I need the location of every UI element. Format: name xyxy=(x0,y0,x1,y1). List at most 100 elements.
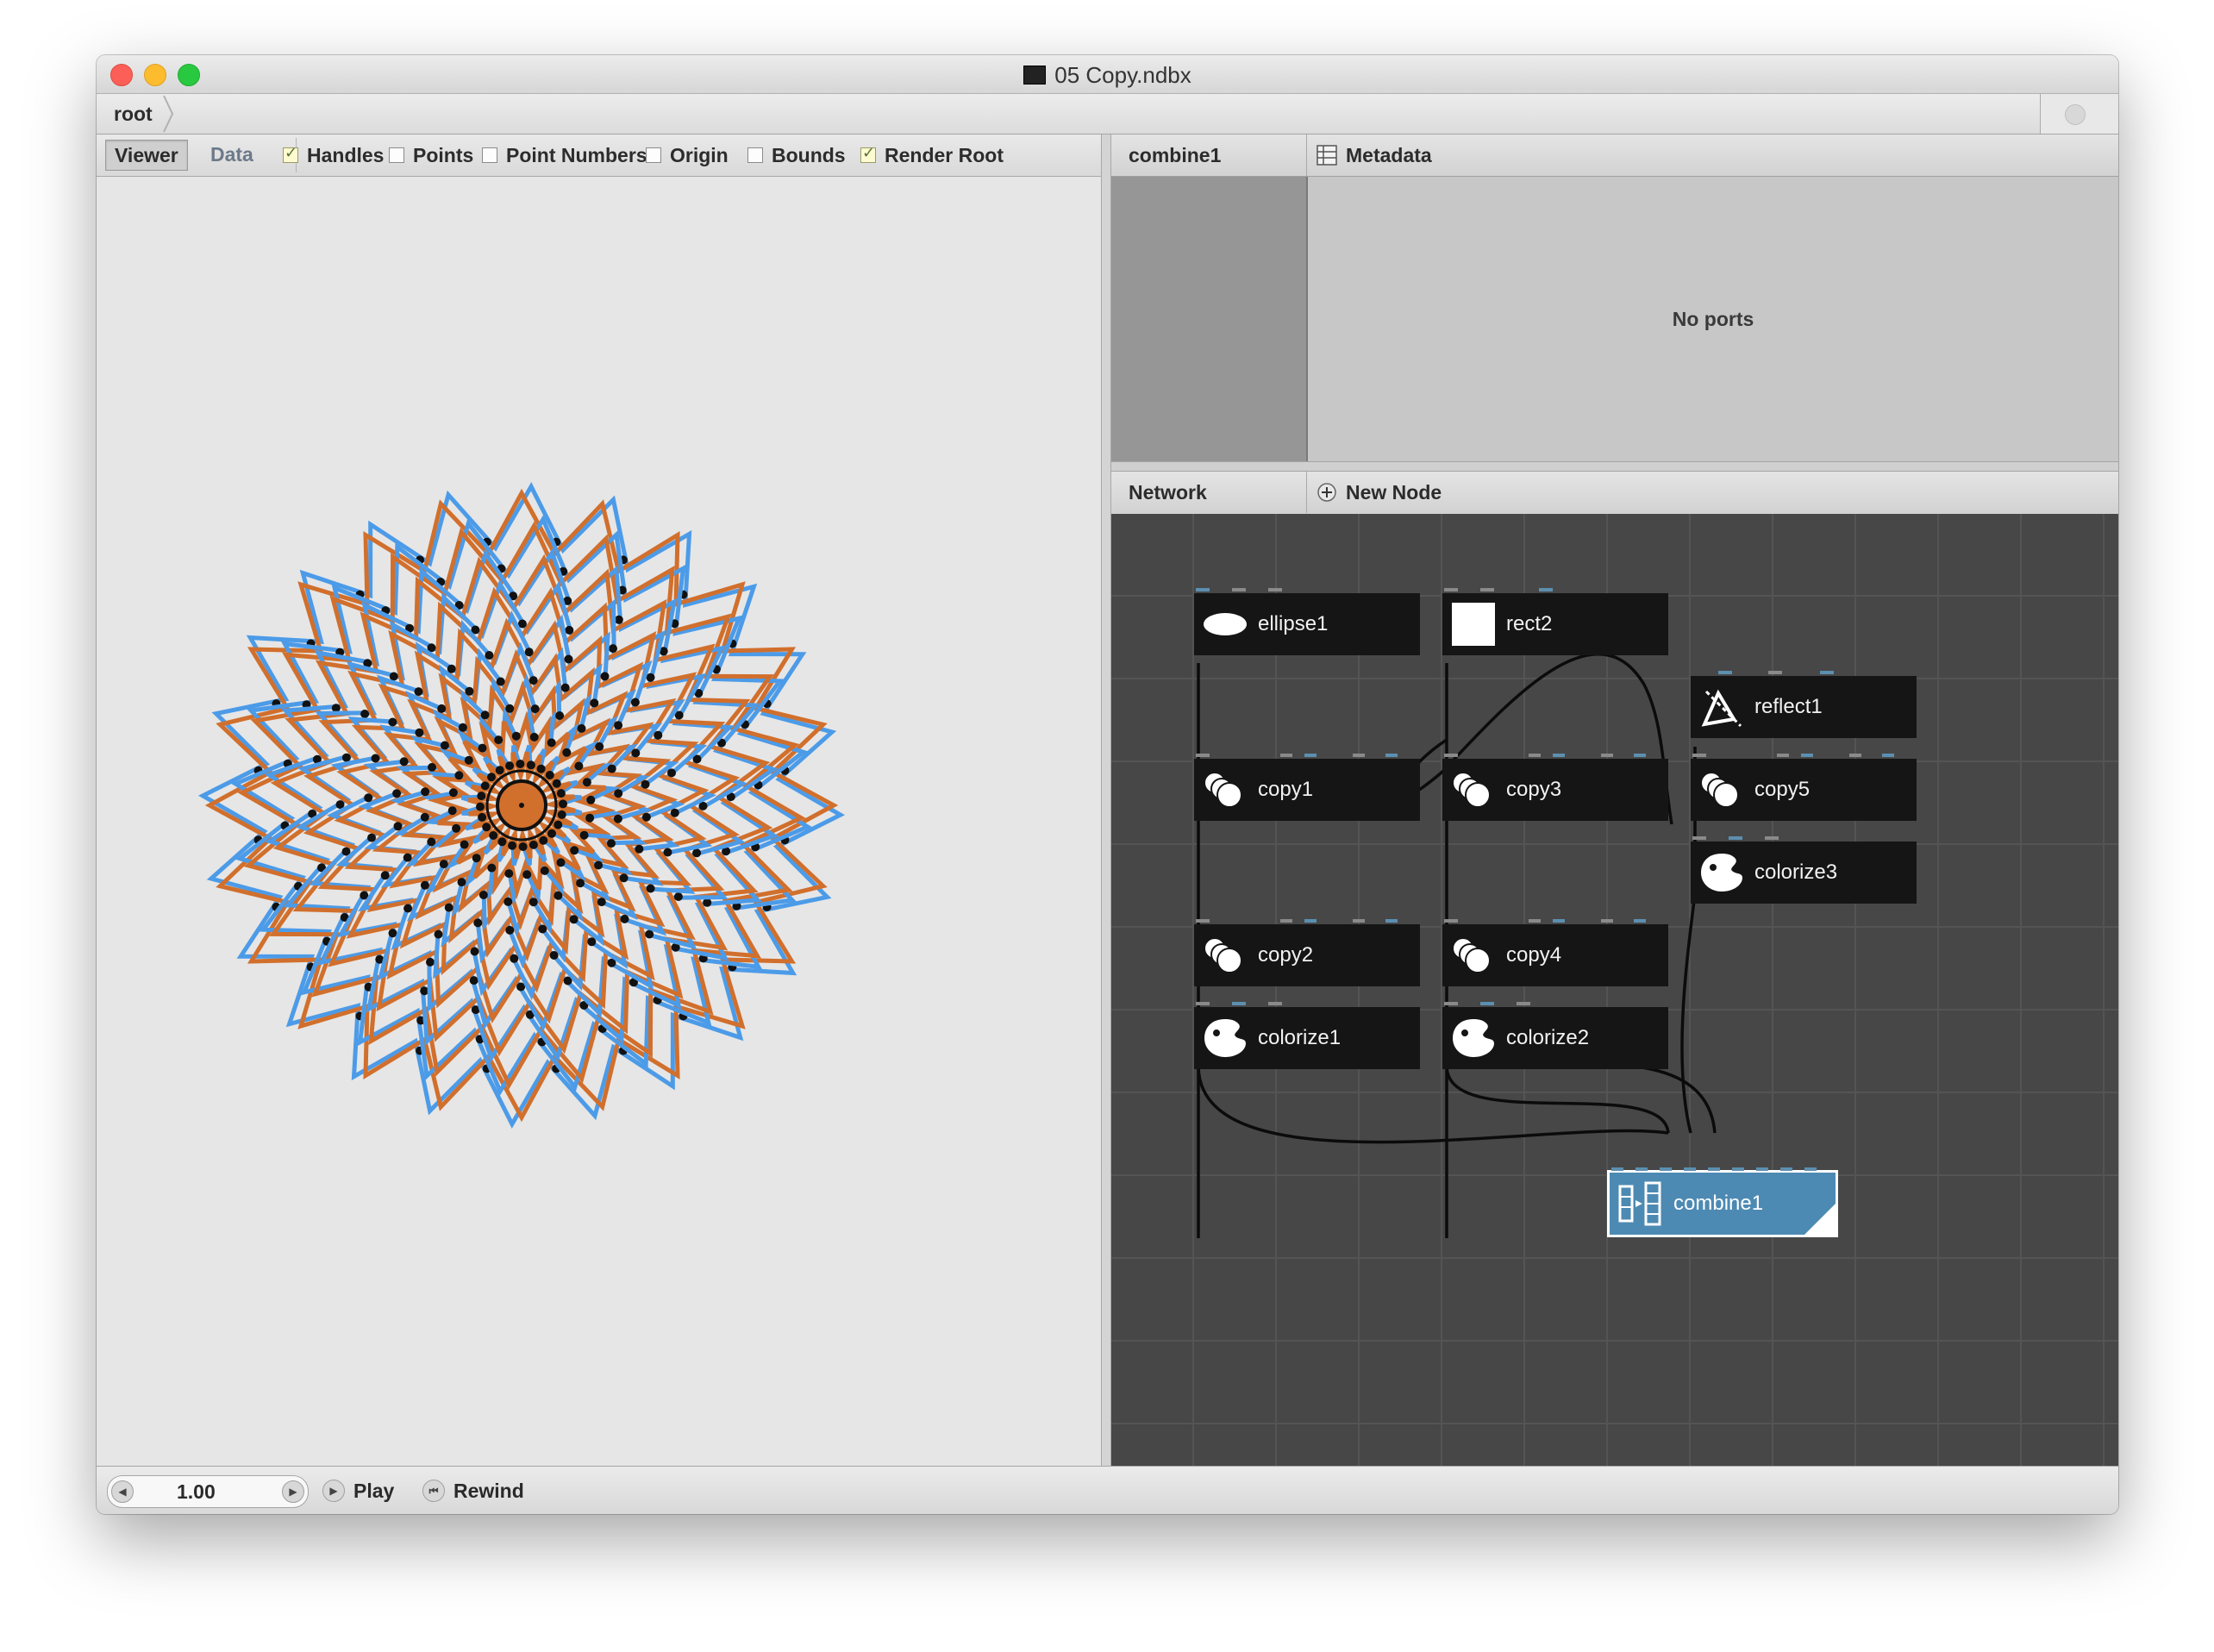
port[interactable] xyxy=(1765,836,1779,840)
handle-point xyxy=(494,735,503,745)
port[interactable] xyxy=(1444,919,1458,923)
port[interactable] xyxy=(1353,919,1365,923)
option-point-numbers[interactable]: Point Numbers xyxy=(482,135,647,176)
frame-value[interactable]: 1.00 xyxy=(177,1476,216,1507)
handle-point xyxy=(607,764,616,773)
port[interactable] xyxy=(1553,754,1565,757)
frame-field[interactable]: ◀ 1.00 ▶ xyxy=(107,1475,309,1508)
port[interactable] xyxy=(1196,588,1210,591)
handles-checkbox[interactable] xyxy=(283,144,298,163)
port[interactable] xyxy=(1756,1167,1768,1171)
port[interactable] xyxy=(1517,1002,1530,1005)
port[interactable] xyxy=(1280,754,1292,757)
bounds-checkbox[interactable] xyxy=(747,147,763,163)
port[interactable] xyxy=(1385,919,1398,923)
port[interactable] xyxy=(1708,1167,1720,1171)
horizontal-splitter[interactable] xyxy=(1111,461,2118,472)
option-points[interactable]: Points xyxy=(389,135,473,176)
port[interactable] xyxy=(1268,1002,1282,1005)
origin-checkbox[interactable] xyxy=(646,147,661,163)
node-rect2[interactable]: rect2 xyxy=(1442,588,1668,655)
port[interactable] xyxy=(1601,754,1613,757)
port[interactable] xyxy=(1304,919,1317,923)
network-canvas[interactable]: ellipse1 rect2 reflect1 copy1 copy3 copy… xyxy=(1111,514,2118,1466)
port[interactable] xyxy=(1529,919,1541,923)
port[interactable] xyxy=(1660,1167,1672,1171)
port[interactable] xyxy=(1718,671,1732,674)
port[interactable] xyxy=(1601,919,1613,923)
port[interactable] xyxy=(1529,754,1541,757)
node-copy5[interactable]: copy5 xyxy=(1691,754,1917,821)
port[interactable] xyxy=(1635,1167,1648,1171)
rewind-button[interactable]: ⏮ Rewind xyxy=(422,1475,524,1506)
port[interactable] xyxy=(1849,754,1861,757)
node-reflect1[interactable]: reflect1 xyxy=(1691,671,1917,738)
port[interactable] xyxy=(1553,919,1565,923)
handle-point xyxy=(526,760,535,770)
play-button[interactable]: ▶ Play xyxy=(322,1475,394,1506)
node-colorize3[interactable]: colorize3 xyxy=(1691,836,1917,904)
port[interactable] xyxy=(1611,1167,1623,1171)
node-combine1[interactable]: combine1 xyxy=(1607,1167,1838,1237)
port[interactable] xyxy=(1480,1002,1494,1005)
port[interactable] xyxy=(1820,671,1834,674)
port[interactable] xyxy=(1692,836,1706,840)
port[interactable] xyxy=(1280,919,1292,923)
tab-data[interactable]: Data xyxy=(202,140,262,169)
port[interactable] xyxy=(1801,754,1813,757)
port[interactable] xyxy=(1196,754,1210,757)
port[interactable] xyxy=(1539,588,1553,591)
port[interactable] xyxy=(1634,754,1646,757)
port[interactable] xyxy=(1232,588,1246,591)
port[interactable] xyxy=(1444,1002,1458,1005)
option-origin[interactable]: Origin xyxy=(646,135,729,176)
frame-increment-button[interactable]: ▶ xyxy=(282,1480,304,1503)
port[interactable] xyxy=(1882,754,1894,757)
port[interactable] xyxy=(1768,671,1782,674)
port[interactable] xyxy=(1780,1167,1792,1171)
handle-point xyxy=(564,654,573,664)
handle-point xyxy=(562,748,572,757)
point-numbers-checkbox[interactable] xyxy=(482,147,497,163)
node-copy3[interactable]: copy3 xyxy=(1442,754,1668,821)
port[interactable] xyxy=(1684,1167,1696,1171)
port[interactable] xyxy=(1232,1002,1246,1005)
ports-content: No ports xyxy=(1308,177,2118,461)
port[interactable] xyxy=(1729,836,1742,840)
port[interactable] xyxy=(1692,754,1706,757)
node-copy1[interactable]: copy1 xyxy=(1194,754,1420,821)
port[interactable] xyxy=(1480,588,1494,591)
port[interactable] xyxy=(1444,754,1458,757)
option-handles[interactable]: Handles xyxy=(283,135,384,176)
port[interactable] xyxy=(1304,754,1317,757)
new-node-button[interactable]: New Node xyxy=(1317,472,1442,513)
option-render-root[interactable]: Render Root xyxy=(860,135,1004,176)
port[interactable] xyxy=(1444,588,1458,591)
pane-splitter[interactable] xyxy=(1101,135,1111,1466)
render-root-checkbox[interactable] xyxy=(860,144,876,163)
origin-label: Origin xyxy=(670,143,729,166)
port[interactable] xyxy=(1804,1167,1817,1171)
node-copy2[interactable]: copy2 xyxy=(1194,919,1420,986)
points-checkbox[interactable] xyxy=(389,147,404,163)
frame-decrement-button[interactable]: ◀ xyxy=(111,1480,134,1503)
port[interactable] xyxy=(1777,754,1789,757)
metadata-button[interactable]: Metadata xyxy=(1317,135,1432,176)
port[interactable] xyxy=(1353,754,1365,757)
port[interactable] xyxy=(1196,1002,1210,1005)
port[interactable] xyxy=(1268,588,1282,591)
node-copy4[interactable]: copy4 xyxy=(1442,919,1668,986)
node-ellipse1[interactable]: ellipse1 xyxy=(1194,588,1420,655)
copy-icon xyxy=(1700,772,1739,808)
node-label: colorize1 xyxy=(1258,1026,1342,1049)
node-colorize2[interactable]: colorize2 xyxy=(1442,1002,1668,1069)
node-colorize1[interactable]: colorize1 xyxy=(1194,1002,1420,1069)
option-bounds[interactable]: Bounds xyxy=(747,135,846,176)
port[interactable] xyxy=(1732,1167,1744,1171)
node-label: copy1 xyxy=(1258,778,1314,801)
port[interactable] xyxy=(1385,754,1398,757)
tab-viewer[interactable]: Viewer xyxy=(105,140,188,171)
port[interactable] xyxy=(1634,919,1646,923)
viewer-canvas[interactable] xyxy=(97,177,1101,1466)
port[interactable] xyxy=(1196,919,1210,923)
